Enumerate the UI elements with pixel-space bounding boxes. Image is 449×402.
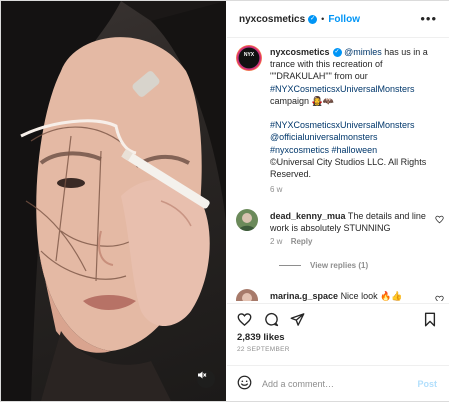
caption-hashtag[interactable]: #nyxcosmetics [270, 145, 329, 155]
heart-icon[interactable] [237, 312, 252, 329]
mute-icon [198, 371, 207, 379]
comments-scroll-area[interactable]: NYX nyxcosmetics ✓ @mimles has us in a tr… [227, 39, 449, 301]
caption-mention[interactable]: @mimles [344, 47, 382, 57]
caption-text: nyxcosmetics ✓ @mimles has us in a trance… [270, 46, 440, 196]
caption-hashtag[interactable]: #NYXCosmeticsxUniversalMonsters [270, 84, 415, 94]
reply-button[interactable]: Reply [291, 237, 313, 246]
caption-hashtag[interactable]: #halloween [332, 145, 378, 155]
comment-body: Nice look 🔥👍 [340, 291, 403, 301]
post-header: nyxcosmetics ✓ • Follow ••• [227, 1, 449, 38]
caption-copyright: ©Universal City Studios LLC. All Rights … [270, 156, 427, 180]
add-comment-bar: Post [227, 365, 449, 401]
avatar-image [236, 289, 258, 301]
post-dialog: nyxcosmetics ✓ • Follow ••• NYX nyxcosme… [0, 0, 449, 402]
verified-badge-icon: ✓ [332, 48, 342, 58]
post-actions [227, 303, 449, 333]
video-frame-illustration [1, 1, 226, 401]
caption-mention[interactable]: @officialuniversalmonsters [270, 132, 378, 142]
avatar[interactable] [236, 289, 258, 301]
comment-text: marina.g_space Nice look 🔥👍 [270, 290, 428, 301]
caption-hashtag[interactable]: #NYXCosmeticsxUniversalMonsters [270, 120, 415, 130]
view-replies-label: View replies (1) [310, 261, 369, 270]
comment-meta: 2 w Reply [270, 237, 312, 246]
likes-count[interactable]: 2,839 likes [237, 332, 285, 343]
comment-input[interactable] [262, 378, 402, 389]
emoji-icon[interactable] [237, 375, 252, 392]
comment-like-icon[interactable] [435, 295, 444, 301]
comment-username[interactable]: marina.g_space [270, 291, 338, 301]
view-replies-button[interactable]: View replies (1) [279, 261, 368, 270]
comment-text: dead_kenny_mua The details and line work… [270, 210, 428, 234]
view-replies-divider [279, 265, 301, 266]
post-comment-button[interactable]: Post [417, 379, 437, 389]
follow-button[interactable]: Follow [328, 14, 360, 25]
avatar-image [236, 209, 258, 231]
share-icon[interactable] [290, 312, 305, 329]
mute-toggle-button[interactable] [197, 370, 215, 388]
header-separator: • [321, 14, 325, 24]
caption-text-part: campaign 🧛‍♀️🦇 [270, 95, 334, 106]
avatar[interactable]: NYX [236, 45, 262, 71]
caption-username[interactable]: nyxcosmetics [270, 47, 330, 57]
header-username[interactable]: nyxcosmetics [239, 14, 305, 25]
avatar[interactable] [236, 209, 258, 231]
avatar-logo: NYX [243, 52, 255, 58]
comment-username[interactable]: dead_kenny_mua [270, 211, 346, 221]
more-options-icon[interactable]: ••• [420, 11, 437, 26]
bookmark-icon[interactable] [423, 312, 437, 329]
comment-icon[interactable] [264, 312, 279, 329]
post-sidebar: nyxcosmetics ✓ • Follow ••• NYX nyxcosme… [227, 1, 449, 401]
post-date[interactable]: 22 SEPTEMBER [237, 346, 290, 353]
comment-like-icon[interactable] [435, 215, 444, 226]
caption-timestamp[interactable]: 6 w [270, 184, 440, 196]
verified-badge-icon: ✓ [308, 14, 318, 24]
post-video[interactable] [1, 1, 226, 401]
comment-timestamp[interactable]: 2 w [270, 237, 282, 246]
